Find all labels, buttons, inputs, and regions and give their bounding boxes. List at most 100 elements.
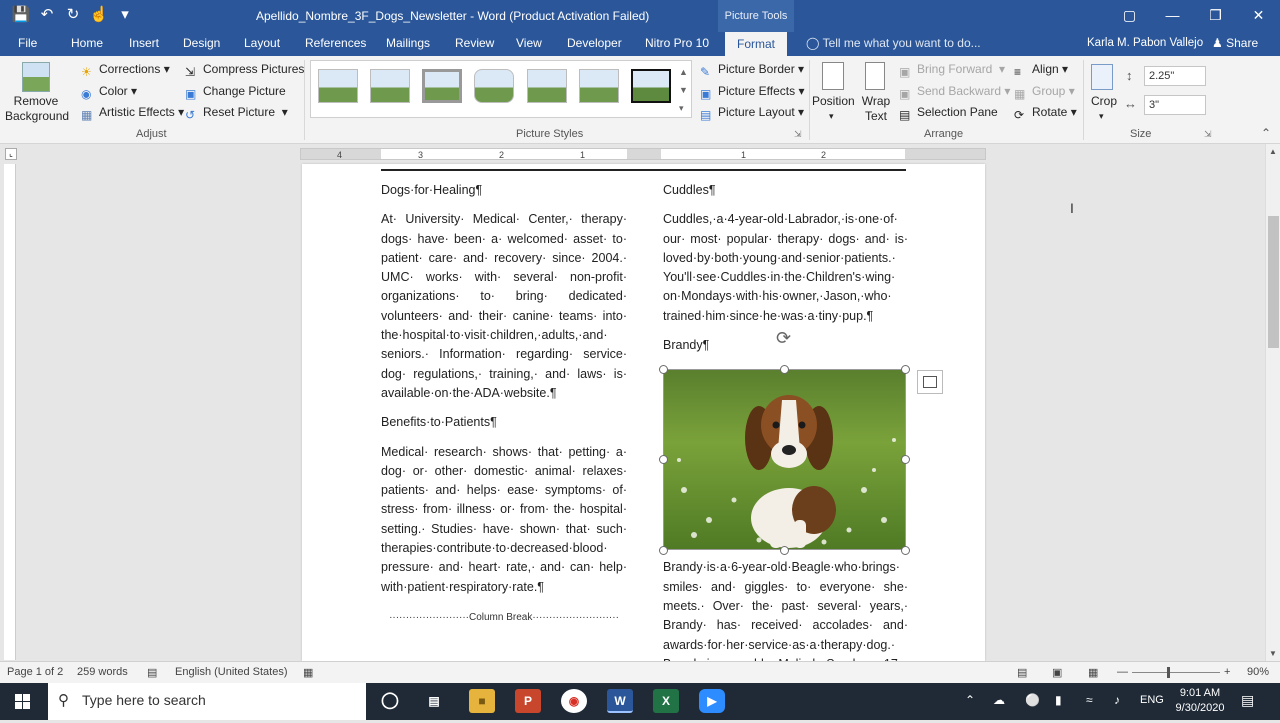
file-explorer-icon[interactable]: ■ <box>469 689 495 713</box>
battery-icon[interactable]: ▮ <box>1055 693 1062 707</box>
vertical-ruler[interactable] <box>4 164 16 660</box>
microphone-icon[interactable]: ⚪ <box>1025 693 1040 707</box>
tab-format[interactable]: Format <box>725 32 787 56</box>
tab-design[interactable]: Design <box>183 36 220 50</box>
picture-style-2[interactable] <box>370 69 410 103</box>
ribbon-display-options-icon[interactable]: ▢ <box>1108 0 1151 32</box>
crop-icon[interactable] <box>1091 64 1113 90</box>
scroll-up-icon[interactable]: ▲ <box>1269 147 1277 156</box>
bring-forward-button[interactable]: ▣ Bring Forward ▾ <box>899 62 1005 79</box>
account-name[interactable]: Karla M. Pabon Vallejo <box>1087 37 1203 49</box>
read-mode-icon[interactable]: ▤ <box>1017 666 1027 679</box>
selection-pane-button[interactable]: ▤ Selection Pane <box>899 105 998 122</box>
word-count[interactable]: 259 words <box>77 666 128 678</box>
send-backward-button[interactable]: ▣ Send Backward ▾ <box>899 84 1010 101</box>
proofing-icon[interactable]: ▤ <box>147 666 157 679</box>
print-layout-icon[interactable]: ▣ <box>1052 666 1062 679</box>
task-view-icon[interactable]: ▤ <box>421 689 447 713</box>
wrap-text-button[interactable]: Wrap Text <box>861 94 891 124</box>
language-status[interactable]: English (United States) <box>175 666 288 678</box>
taskbar-search-box[interactable]: ⚲ Type here to search <box>48 683 366 720</box>
minimize-button[interactable]: — <box>1151 0 1194 32</box>
cortana-icon[interactable]: ◯ <box>377 689 403 713</box>
tab-nitro[interactable]: Nitro Pro 10 <box>645 36 709 50</box>
page-count[interactable]: Page 1 of 2 <box>7 666 63 678</box>
remove-background-button[interactable]: Remove Background <box>5 94 69 124</box>
picture-style-4[interactable] <box>474 69 514 103</box>
shape-height-input[interactable]: 2.25" <box>1144 66 1206 86</box>
tab-mailings[interactable]: Mailings <box>386 36 430 50</box>
crop-button[interactable]: Crop ▾ <box>1091 94 1117 122</box>
document-page[interactable]: Dogs·for·Healing¶ At· University· Medica… <box>302 164 985 661</box>
word-icon[interactable]: W <box>607 689 633 713</box>
beagle-picture[interactable] <box>663 369 906 550</box>
vertical-scrollbar[interactable]: ▲ ▼ <box>1265 144 1280 661</box>
corrections-button[interactable]: ☀ Corrections ▾ <box>81 62 170 79</box>
resize-handle-bottom-right[interactable] <box>901 546 910 555</box>
position-button[interactable]: Position ▾ <box>812 94 855 122</box>
picture-style-1[interactable] <box>318 69 358 103</box>
undo-icon[interactable]: ↶ <box>36 4 58 26</box>
tab-references[interactable]: References <box>305 36 366 50</box>
macro-icon[interactable]: ▦ <box>303 666 313 679</box>
tab-file[interactable]: File <box>18 36 37 50</box>
picture-style-7-selected[interactable] <box>631 69 671 103</box>
input-language[interactable]: ENG <box>1140 694 1164 706</box>
picture-style-5[interactable] <box>527 69 567 103</box>
tab-developer[interactable]: Developer <box>567 36 622 50</box>
tab-layout[interactable]: Layout <box>244 36 280 50</box>
excel-icon[interactable]: X <box>653 689 679 713</box>
gallery-scroll-arrows[interactable]: ▲ ▼ ▾ <box>679 63 688 117</box>
position-icon[interactable] <box>822 62 844 90</box>
rotate-handle-icon[interactable]: ⟳ <box>776 328 791 349</box>
chrome-icon[interactable]: ◉ <box>561 689 587 713</box>
compress-pictures-button[interactable]: ⇲ Compress Pictures <box>185 62 304 79</box>
clock[interactable]: 9:01 AM 9/30/2020 <box>1170 686 1230 716</box>
tab-home[interactable]: Home <box>71 36 103 50</box>
notifications-icon[interactable]: ▤ <box>1241 692 1254 709</box>
start-button[interactable] <box>0 683 46 720</box>
resize-handle-left[interactable] <box>659 455 668 464</box>
restore-button[interactable]: ❐ <box>1194 0 1237 32</box>
powerpoint-icon[interactable]: P <box>515 689 541 713</box>
tab-insert[interactable]: Insert <box>129 36 159 50</box>
picture-effects-button[interactable]: ▣ Picture Effects ▾ <box>700 84 805 101</box>
color-button[interactable]: ◉ Color ▾ <box>81 84 137 101</box>
reset-picture-button[interactable]: ↺ Reset Picture ▾ <box>185 105 288 122</box>
zoom-slider[interactable] <box>1132 672 1220 673</box>
save-icon[interactable]: 💾 <box>10 4 32 26</box>
resize-handle-right[interactable] <box>901 455 910 464</box>
ruler-bar[interactable]: 4 3 2 1 1 2 <box>300 148 986 160</box>
zoom-level[interactable]: 90% <box>1247 666 1269 678</box>
rotate-button[interactable]: ⟳ Rotate ▾ <box>1014 105 1077 122</box>
volume-icon[interactable]: ♪ <box>1114 693 1120 707</box>
picture-border-button[interactable]: ✎ Picture Border ▾ <box>700 62 804 79</box>
picture-styles-gallery[interactable]: ▲ ▼ ▾ <box>310 60 692 118</box>
collapse-ribbon-icon[interactable]: ⌃ <box>1261 126 1271 140</box>
tab-view[interactable]: View <box>516 36 542 50</box>
picture-style-6[interactable] <box>579 69 619 103</box>
zoom-app-icon[interactable]: ▶ <box>699 689 725 713</box>
scrollbar-thumb[interactable] <box>1268 216 1279 348</box>
show-hidden-icons-icon[interactable]: ⌃ <box>965 693 975 707</box>
align-button[interactable]: ≡ Align ▾ <box>1014 62 1068 79</box>
zoom-out-icon[interactable]: — <box>1117 666 1128 678</box>
resize-handle-top-left[interactable] <box>659 365 668 374</box>
artistic-effects-button[interactable]: ▦ Artistic Effects ▾ <box>81 105 184 122</box>
wifi-icon[interactable]: ≈ <box>1086 693 1093 707</box>
dialog-launcher-icon[interactable]: ⇲ <box>794 129 802 140</box>
zoom-in-icon[interactable]: + <box>1224 666 1230 678</box>
tell-me-search[interactable]: ◯ Tell me what you want to do... <box>806 36 981 50</box>
remove-background-icon[interactable] <box>22 62 50 92</box>
touch-mode-icon[interactable]: ☝ <box>88 4 110 26</box>
layout-options-button[interactable] <box>917 370 943 394</box>
picture-style-3[interactable] <box>422 69 462 103</box>
share-button[interactable]: ♟ Share <box>1212 36 1258 50</box>
zoom-slider-thumb[interactable] <box>1167 667 1170 678</box>
web-layout-icon[interactable]: ▦ <box>1088 666 1098 679</box>
change-picture-button[interactable]: ▣ Change Picture <box>185 84 286 101</box>
picture-layout-button[interactable]: ▤ Picture Layout ▾ <box>700 105 804 122</box>
resize-handle-bottom[interactable] <box>780 546 789 555</box>
shape-width-input[interactable]: 3" <box>1144 95 1206 115</box>
tab-selector[interactable]: ⌞ <box>5 148 17 160</box>
